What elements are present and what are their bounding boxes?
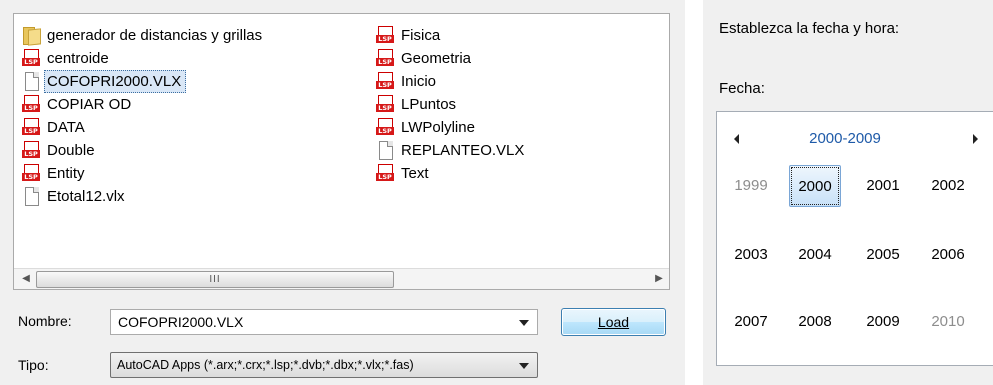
file-name-label: centroide	[47, 50, 109, 67]
file-list-item[interactable]: Double	[22, 139, 267, 162]
type-label: Tipo:	[18, 357, 49, 373]
year-cell[interactable]: 2010	[922, 301, 974, 343]
lsp-file-icon	[376, 164, 394, 182]
folder-icon	[22, 26, 40, 45]
load-button[interactable]: Load	[561, 308, 666, 336]
scrollbar-thumb[interactable]: III	[36, 271, 394, 288]
date-label: Fecha:	[719, 80, 765, 97]
scroll-left-arrow-icon[interactable]: ◀	[16, 269, 36, 289]
date-time-panel: Establezca la fecha y hora: Fecha: 2000-…	[703, 0, 993, 385]
file-list-item[interactable]: LPuntos	[376, 93, 529, 116]
lsp-file-icon	[376, 118, 394, 136]
file-name-value[interactable]: COFOPRI2000.VLX	[118, 310, 243, 334]
document-icon	[22, 187, 40, 206]
file-name-label: LPuntos	[401, 96, 457, 113]
file-name-label: COPIAR OD	[47, 96, 132, 113]
year-cell[interactable]: 2000	[789, 165, 841, 207]
year-cell[interactable]: 2007	[725, 301, 777, 343]
file-type-select[interactable]: AutoCAD Apps (*.arx;*.crx;*.lsp;*.dvb;*.…	[110, 352, 538, 378]
document-icon	[22, 72, 40, 91]
file-list-item[interactable]: centroide	[22, 47, 267, 70]
file-list-item[interactable]: DATA	[22, 116, 267, 139]
file-list-item[interactable]: Fisica	[376, 24, 529, 47]
lsp-file-icon	[376, 72, 394, 90]
year-cell[interactable]: 2008	[789, 301, 841, 343]
file-list-item[interactable]: REPLANTEO.VLX	[376, 139, 529, 162]
chevron-down-icon[interactable]	[519, 320, 529, 326]
file-list-item[interactable]: Entity	[22, 162, 267, 185]
file-name-label: Entity	[47, 165, 85, 182]
file-name-label: Text	[401, 165, 429, 182]
file-name-combobox[interactable]: COFOPRI2000.VLX	[110, 309, 538, 335]
file-list-item[interactable]: Inicio	[376, 70, 529, 93]
file-name-label: REPLANTEO.VLX	[401, 142, 525, 159]
lsp-file-icon	[22, 95, 40, 113]
year-cell[interactable]: 2002	[922, 165, 974, 207]
year-cell[interactable]: 1999	[725, 165, 777, 207]
lsp-file-icon	[22, 164, 40, 182]
chevron-down-icon[interactable]	[519, 363, 529, 369]
file-name-label: COFOPRI2000.VLX	[44, 70, 187, 93]
file-column-left: generador de distancias y grillas centroi…	[22, 24, 267, 208]
file-name-label: Inicio	[401, 73, 437, 90]
year-cell[interactable]: 2006	[922, 234, 974, 276]
lsp-file-icon	[22, 49, 40, 67]
file-list-item[interactable]: generador de distancias y grillas	[22, 24, 267, 47]
date-time-prompt: Establezca la fecha y hora:	[719, 20, 900, 37]
file-name-label: generador de distancias y grillas	[47, 27, 263, 44]
document-icon	[376, 141, 394, 160]
horizontal-scrollbar[interactable]: ◀ III ▶	[14, 268, 669, 289]
year-cell[interactable]: 2003	[725, 234, 777, 276]
file-name-label: DATA	[47, 119, 85, 136]
file-list[interactable]: generador de distancias y grillas centroi…	[13, 13, 670, 290]
lsp-file-icon	[376, 26, 394, 44]
file-type-value: AutoCAD Apps (*.arx;*.crx;*.lsp;*.dvb;*.…	[117, 358, 414, 372]
file-list-item[interactable]: Text	[376, 162, 529, 185]
file-name-label: LWPolyline	[401, 119, 475, 136]
lsp-file-icon	[376, 95, 394, 113]
file-name-label: Fisica	[401, 27, 441, 44]
lsp-file-icon	[22, 118, 40, 136]
year-cell[interactable]: 2001	[857, 165, 909, 207]
file-list-item[interactable]: LWPolyline	[376, 116, 529, 139]
load-button-label: Load	[597, 314, 630, 330]
year-cell[interactable]: 2009	[857, 301, 909, 343]
file-name-label: Geometria	[401, 50, 472, 67]
file-list-item[interactable]: Geometria	[376, 47, 529, 70]
file-list-item[interactable]: COFOPRI2000.VLX	[22, 70, 267, 93]
file-list-item[interactable]: COPIAR OD	[22, 93, 267, 116]
file-name-label: Double	[47, 142, 95, 159]
name-label: Nombre:	[18, 313, 72, 329]
decade-calendar: 2000-2009 1999 2000 2001 2002 2003 2004 2005 20…	[716, 111, 993, 366]
decade-header[interactable]: 2000-2009	[717, 130, 993, 147]
lsp-file-icon	[376, 49, 394, 67]
lsp-file-icon	[22, 141, 40, 159]
year-cell[interactable]: 2005	[857, 234, 909, 276]
file-list-item[interactable]: Etotal12.vlx	[22, 185, 267, 208]
year-cell[interactable]: 2004	[789, 234, 841, 276]
next-decade-icon[interactable]	[973, 134, 978, 144]
file-open-dialog: generador de distancias y grillas centroi…	[0, 0, 685, 385]
file-name-label: Etotal12.vlx	[47, 188, 125, 205]
scroll-right-arrow-icon[interactable]: ▶	[649, 269, 669, 289]
file-column-right: Fisica Geometria Inicio LPuntos LWPolyline RE…	[376, 24, 529, 185]
